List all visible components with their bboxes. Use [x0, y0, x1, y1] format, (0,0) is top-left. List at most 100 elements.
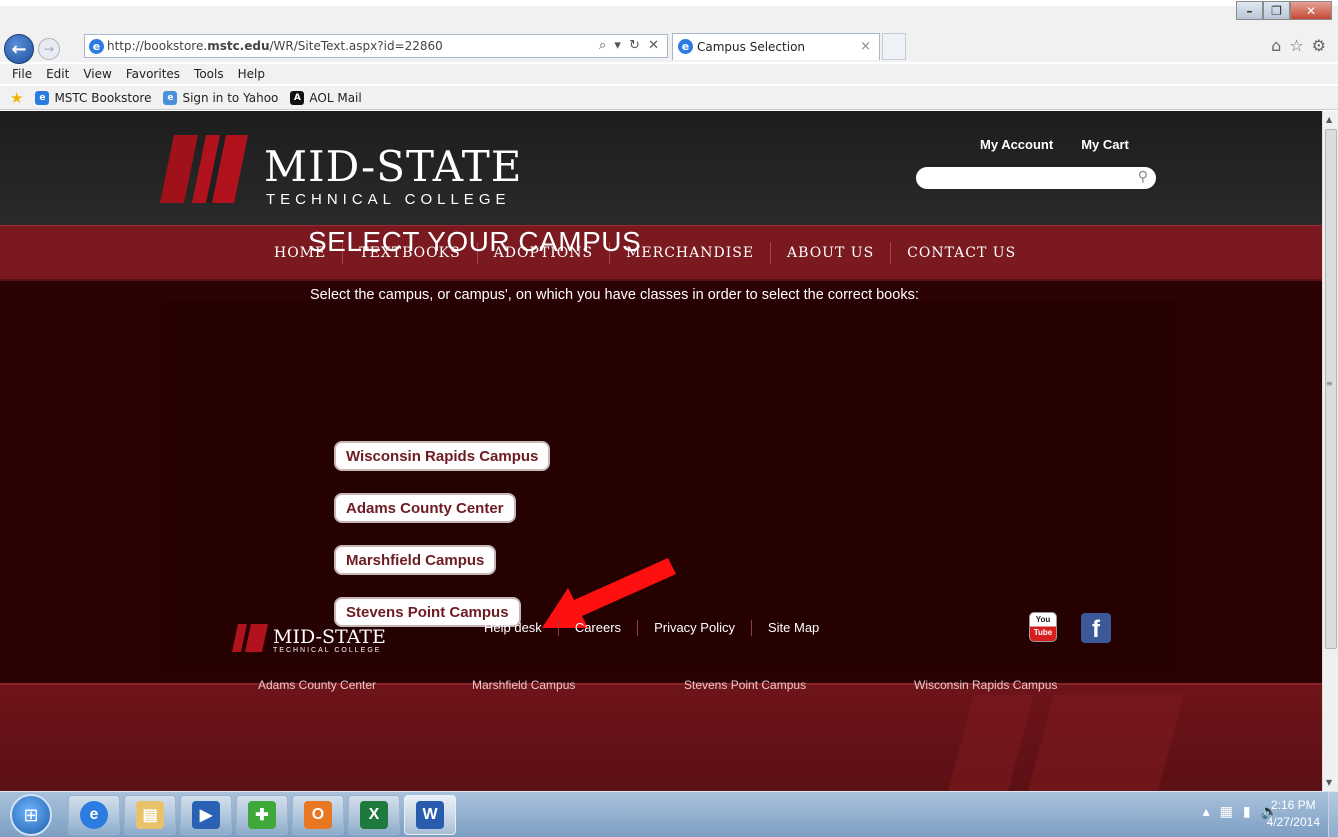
taskbar-ie-button[interactable]: e — [68, 795, 120, 835]
back-button[interactable]: ← — [4, 34, 34, 64]
scroll-down-icon[interactable]: ▼ — [1326, 778, 1332, 787]
aol-icon: A — [290, 90, 305, 105]
campus-adams-county-button[interactable]: Adams County Center — [334, 493, 516, 523]
signal-icon[interactable]: ▮ — [1243, 804, 1251, 820]
taskbar-outlook-button[interactable]: O — [292, 795, 344, 835]
facebook-icon[interactable]: f — [1081, 613, 1111, 643]
tab-title: Campus Selection — [697, 40, 806, 54]
top-crop-strip — [0, 0, 1338, 6]
campus-marshfield-button[interactable]: Marshfield Campus — [334, 545, 497, 575]
campus-wisconsin-rapids-button[interactable]: Wisconsin Rapids Campus — [334, 441, 551, 471]
ie-page-icon: e — [163, 90, 178, 105]
main-nav: HOME TEXTBOOKS ADOPTIONS MERCHANDISE ABO… — [0, 225, 1322, 281]
tools-gear-icon[interactable]: ⚙ — [1312, 36, 1326, 55]
footer-watermark — [947, 695, 1184, 791]
new-tab-button[interactable] — [882, 33, 906, 60]
site-header: MID-STATE TECHNICAL COLLEGE My Account M… — [0, 111, 1322, 225]
close-button[interactable]: ✕ — [1290, 1, 1332, 20]
excel-icon: X — [360, 801, 388, 829]
folder-icon: ▤ — [136, 801, 164, 829]
footer-logo-mark — [232, 624, 268, 652]
footer-campus-link[interactable]: Adams County Center — [258, 678, 376, 692]
footer-logo-subtitle: TECHNICAL COLLEGE — [273, 647, 382, 654]
start-button[interactable]: ⊞ — [10, 794, 52, 836]
footer-privacy-link[interactable]: Privacy Policy — [637, 620, 751, 636]
tab-close-icon[interactable]: × — [860, 39, 871, 54]
web-page: MID-STATE TECHNICAL COLLEGE My Account M… — [0, 111, 1322, 791]
footer-sitemap-link[interactable]: Site Map — [750, 620, 835, 636]
menu-edit[interactable]: Edit — [46, 67, 69, 81]
taskbar-media-button[interactable]: ▶ — [180, 795, 232, 835]
my-account-link[interactable]: My Account — [980, 137, 1053, 152]
ie-tab-icon: e — [678, 39, 693, 54]
footer-links: Help desk Careers Privacy Policy Site Ma… — [468, 620, 835, 636]
screen: – ❐ ✕ ← → e http://bookstore. mstc.edu/WR… — [0, 0, 1338, 837]
fav-label: AOL Mail — [309, 90, 362, 105]
scroll-grip-icon: ≡ — [1326, 379, 1333, 388]
my-cart-link[interactable]: My Cart — [1081, 137, 1129, 152]
window-controls: – ❐ ✕ — [1236, 1, 1332, 20]
search-input[interactable]: ⚲ — [916, 167, 1156, 189]
address-tools[interactable]: ⌕ ▾ ↻ ✕ — [599, 38, 661, 53]
fav-mstc-bookstore[interactable]: e MSTC Bookstore — [35, 90, 152, 105]
home-icon[interactable]: ⌂ — [1271, 36, 1281, 55]
footer-help-desk-link[interactable]: Help desk — [468, 620, 558, 636]
clock-date: 4/27/2014 — [1266, 815, 1320, 829]
fav-aol-mail[interactable]: A AOL Mail — [290, 90, 362, 105]
scrollbar-thumb[interactable] — [1325, 129, 1337, 649]
page-title: SELECT YOUR CAMPUS — [308, 226, 642, 257]
account-links: My Account My Cart — [980, 137, 1129, 152]
fav-yahoo[interactable]: e Sign in to Yahoo — [163, 90, 278, 105]
taskbar-word-button[interactable]: W — [404, 795, 456, 835]
taskbar-excel-button[interactable]: X — [348, 795, 400, 835]
nav-about-us[interactable]: ABOUT US — [770, 242, 890, 264]
maximize-button[interactable]: ❐ — [1263, 1, 1290, 20]
address-path: /WR/SiteText.aspx?id=22860 — [269, 39, 443, 53]
address-bar[interactable]: e http://bookstore. mstc.edu/WR/SiteText.… — [84, 34, 668, 58]
menu-tools[interactable]: Tools — [194, 67, 224, 81]
menu-view[interactable]: View — [83, 67, 111, 81]
logo-name: MID-STATE — [264, 142, 523, 191]
address-prefix: http://bookstore. — [107, 39, 208, 53]
forward-button[interactable]: → — [38, 38, 60, 60]
word-icon: W — [416, 801, 444, 829]
footer-careers-link[interactable]: Careers — [557, 620, 637, 636]
favorites-star-icon[interactable]: ☆ — [1289, 36, 1303, 55]
menu-favorites[interactable]: Favorites — [126, 67, 180, 81]
ie-icon: e — [80, 801, 108, 829]
clock-time: 2:16 PM — [1270, 798, 1316, 812]
youtube-bottom-text: Tube — [1033, 628, 1053, 637]
network-icon[interactable]: ▦ — [1220, 804, 1233, 820]
footer-logo-name: MID-STATE — [273, 626, 386, 648]
outlook-icon: O — [304, 801, 332, 829]
ie-page-icon: e — [35, 90, 50, 105]
nav-contact-us[interactable]: CONTACT US — [890, 242, 1032, 264]
tray-expand-icon[interactable]: ▴ — [1203, 804, 1210, 820]
show-desktop-button[interactable] — [1328, 792, 1338, 837]
media-player-icon: ▶ — [192, 801, 220, 829]
system-clock[interactable]: 2:16 PM 4/27/2014 — [1267, 797, 1320, 831]
taskbar-puzzle-button[interactable]: ✚ — [236, 795, 288, 835]
youtube-icon[interactable]: You Tube — [1029, 612, 1057, 642]
menu-bar: File Edit View Favorites Tools Help — [0, 64, 1338, 84]
search-icon[interactable]: ⚲ — [1138, 169, 1148, 185]
ie-page-icon: e — [89, 39, 104, 54]
tab-campus-selection[interactable]: e Campus Selection × — [672, 33, 880, 60]
fav-label: MSTC Bookstore — [54, 90, 152, 105]
browser-right-icons: ⌂ ☆ ⚙ — [1271, 36, 1326, 55]
minimize-button[interactable]: – — [1236, 1, 1263, 20]
scroll-up-icon[interactable]: ▲ — [1326, 115, 1332, 124]
footer-campus-link[interactable]: Wisconsin Rapids Campus — [914, 678, 1057, 692]
page-description: Select the campus, or campus', on which … — [310, 287, 919, 303]
puzzle-icon: ✚ — [248, 801, 276, 829]
vertical-scrollbar[interactable]: ▲ ≡ ▼ — [1322, 111, 1338, 791]
menu-file[interactable]: File — [12, 67, 32, 81]
youtube-top-text: You — [1035, 615, 1051, 624]
favorites-star-icon[interactable]: ★ — [10, 89, 23, 107]
footer-campus-link[interactable]: Marshfield Campus — [472, 678, 575, 692]
favorites-bar: ★ e MSTC Bookstore e Sign in to Yahoo A AOL… — [0, 86, 1338, 110]
logo-subtitle: TECHNICAL COLLEGE — [266, 191, 511, 208]
footer-campus-link[interactable]: Stevens Point Campus — [684, 678, 806, 692]
taskbar-explorer-button[interactable]: ▤ — [124, 795, 176, 835]
menu-help[interactable]: Help — [238, 67, 265, 81]
